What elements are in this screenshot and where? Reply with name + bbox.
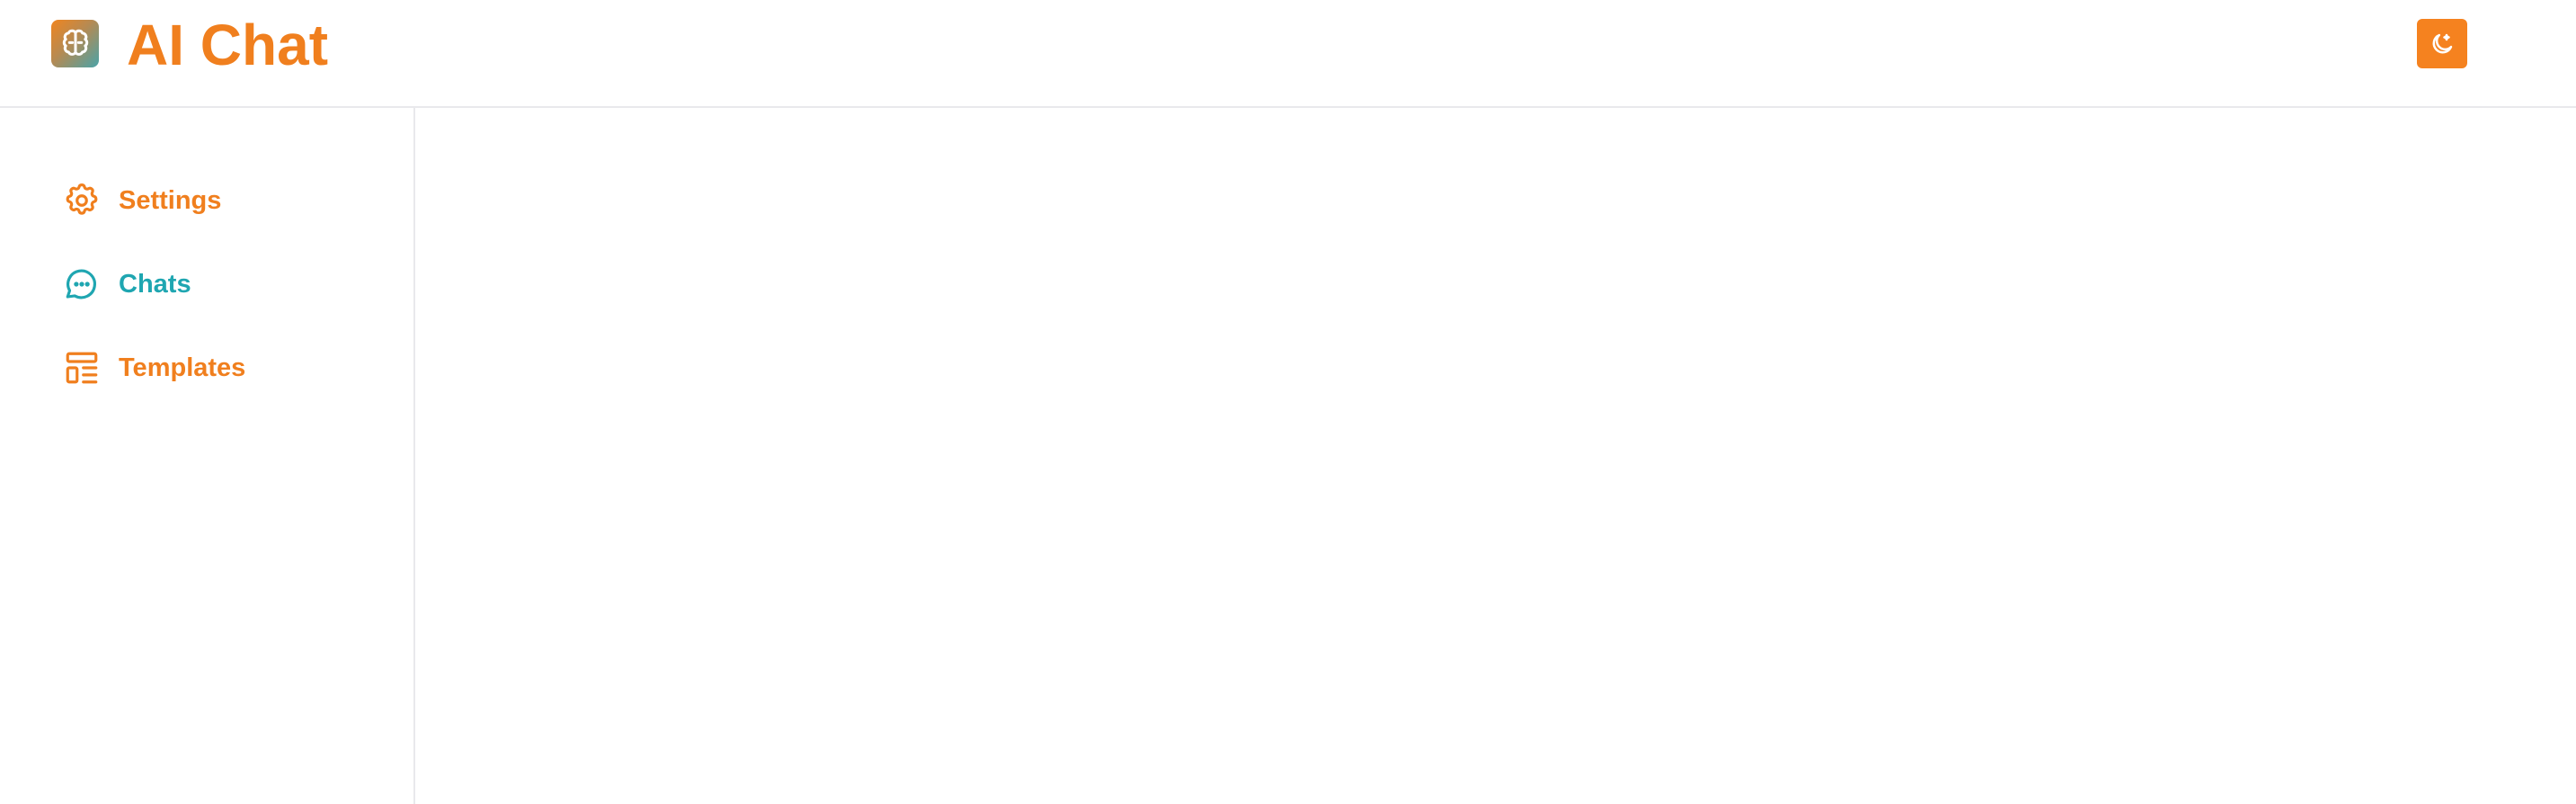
sidebar-item-label: Templates	[119, 353, 246, 382]
sidebar-item-label: Settings	[119, 186, 222, 215]
chat-bubble-icon	[61, 264, 102, 305]
sidebar-item-chats[interactable]: Chats	[61, 262, 191, 307]
sidebar: Settings Chats Templates	[0, 108, 415, 804]
theme-toggle-button[interactable]	[2417, 19, 2467, 68]
sidebar-item-label: Chats	[119, 270, 191, 299]
sidebar-item-settings[interactable]: Settings	[61, 178, 221, 223]
main-content	[415, 108, 2576, 804]
template-icon	[61, 347, 102, 389]
app-header: AI Chat	[0, 0, 2576, 108]
sidebar-item-templates[interactable]: Templates	[61, 345, 245, 390]
moon-icon	[2429, 31, 2456, 58]
gear-icon	[61, 180, 102, 221]
brain-icon	[51, 20, 99, 67]
app-title: AI Chat	[127, 13, 328, 77]
